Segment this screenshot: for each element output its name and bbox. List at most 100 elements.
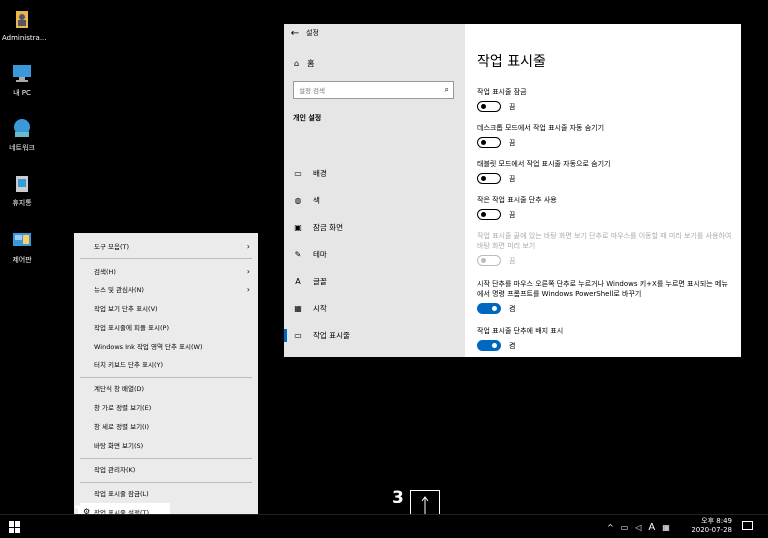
toggle-switch[interactable] [477, 340, 501, 351]
desktop-icon-label: 휴지통 [12, 199, 32, 207]
back-arrow-icon[interactable]: ← [284, 28, 306, 39]
toggle-state: 끔 [509, 174, 516, 183]
nav-home[interactable]: ⌂ 홈 [294, 58, 314, 69]
option-powershell: 시작 단추를 마우스 오른쪽 단추로 누르거나 Windows 키+X를 누르면… [477, 279, 732, 314]
menu-divider [80, 482, 252, 483]
nav-item-label: 잠금 화면 [313, 223, 343, 232]
toggle-switch[interactable] [477, 173, 501, 184]
option-label: 태블릿 모드에서 작업 표시줄 자동으로 숨기기 [477, 160, 611, 168]
menu-item-search[interactable]: 검색(H) › [74, 262, 258, 280]
search-icon[interactable]: ⌕ [445, 85, 449, 95]
desktop-icon-this-pc[interactable]: 내 PC [2, 62, 42, 98]
chevron-up-icon[interactable]: ^ [607, 523, 614, 532]
settings-search-input[interactable]: 설정 검색 ⌕ [293, 81, 454, 99]
menu-item-task-view[interactable]: 작업 보기 단추 표시(V) [74, 299, 258, 317]
menu-item-toolbars[interactable]: 도구 모음(T) › [74, 237, 258, 255]
menu-item-lock-taskbar[interactable]: 작업 표시줄 잠금(L) [74, 484, 258, 502]
menu-item-touch-keyboard[interactable]: 터치 키보드 단추 표시(Y) [74, 355, 258, 373]
settings-window: ← 설정 ⌂ 홈 설정 검색 ⌕ 개인 설정 ▭ 배경 ◍ 색 ▣ 잠금 화면 … [284, 24, 741, 357]
option-label: 작업 표시줄 단추에 배지 표시 [477, 327, 564, 335]
toggle-state: 켬 [509, 341, 516, 350]
option-label: 작업 표시줄 끝에 있는 바탕 화면 보기 단추로 마우스를 이동할 때 미리 … [477, 232, 732, 250]
nav-item-label: 배경 [313, 169, 327, 178]
start-grid-icon: ▦ [294, 304, 302, 313]
toggle-switch[interactable] [477, 209, 501, 220]
chevron-right-icon: › [246, 266, 250, 276]
chevron-right-icon: › [246, 284, 250, 294]
menu-divider [80, 258, 252, 259]
taskbar: ^ ▭ ◁ A ▦ 오후 8:49 2020-07-28 [0, 514, 768, 538]
menu-item-label: 작업 표시줄에 피플 표시(P) [94, 324, 169, 332]
menu-item-label: 바탕 화면 보기(S) [94, 442, 144, 450]
menu-divider [80, 458, 252, 459]
nav-item-themes[interactable]: ✎ 테마 [284, 241, 465, 268]
menu-item-label: 뉴스 및 관심사(N) [94, 286, 144, 294]
desktop-icon-label: 제어판 [12, 256, 32, 264]
windows-start-icon[interactable] [9, 521, 21, 533]
font-icon: A [295, 277, 301, 286]
desktop-icon-network[interactable]: 네트워크 [2, 117, 42, 153]
desktop-icon-label: Administra... [2, 34, 47, 42]
menu-item-label: 계단식 창 배열(D) [94, 385, 145, 393]
nav-item-background[interactable]: ▭ 배경 [284, 160, 465, 187]
menu-item-label: 창 가로 정렬 보기(E) [94, 404, 152, 412]
menu-item-news[interactable]: 뉴스 및 관심사(N) › [74, 280, 258, 298]
option-label: 시작 단추를 마우스 오른쪽 단추로 누르거나 Windows 키+X를 누르면… [477, 280, 728, 298]
menu-item-task-manager[interactable]: 작업 관리자(K) [74, 460, 258, 478]
clock[interactable]: 오후 8:49 2020-07-28 [690, 517, 732, 535]
highlight-box [465, 82, 547, 118]
menu-item-show-desktop[interactable]: 바탕 화면 보기(S) [74, 436, 258, 454]
home-icon: ⌂ [294, 59, 300, 68]
toggle-switch[interactable] [477, 303, 501, 314]
menu-item-label: 도구 모음(T) [94, 243, 130, 251]
nav-item-colors[interactable]: ◍ 색 [284, 187, 465, 214]
notification-icon[interactable] [742, 521, 753, 530]
menu-item-label: 작업 관리자(K) [94, 466, 136, 474]
toggle-switch[interactable] [477, 137, 501, 148]
settings-title: 설정 [306, 29, 319, 37]
taskbar-icon: ▭ [294, 331, 302, 340]
ime-indicator[interactable]: A [648, 522, 655, 533]
option-autohide-tablet: 태블릿 모드에서 작업 표시줄 자동으로 숨기기 끔 [477, 159, 732, 184]
toggle-state: 끔 [509, 256, 516, 265]
toggle-state: 끔 [509, 138, 516, 147]
menu-item-label: 창 세로 정렬 보기(I) [94, 423, 150, 431]
desktop-icon-recycle-bin[interactable]: 휴지통 [2, 172, 42, 208]
nav-item-label: 글꼴 [313, 277, 327, 286]
recycle-bin-icon [11, 172, 33, 194]
nav-item-taskbar[interactable]: ▭ 작업 표시줄 [284, 322, 465, 349]
nav-item-label: 색 [313, 196, 320, 205]
search-placeholder: 설정 검색 [299, 87, 325, 95]
menu-item-stacked[interactable]: 창 가로 정렬 보기(E) [74, 398, 258, 416]
menu-item-windows-ink[interactable]: Windows Ink 작업 영역 단추 표시(W) [74, 337, 258, 355]
desktop-icon-label: 내 PC [13, 89, 31, 97]
option-autohide-desktop: 데스크톱 모드에서 작업 표시줄 자동 숨기기 끔 [477, 123, 732, 148]
menu-item-cascade[interactable]: 계단식 창 배열(D) [74, 379, 258, 397]
volume-icon[interactable]: ◁ [635, 523, 641, 532]
desktop-icon-administrator[interactable]: Administra... [2, 8, 47, 42]
menu-item-label: 작업 보기 단추 표시(V) [94, 305, 158, 313]
nav-item-lock-screen[interactable]: ▣ 잠금 화면 [284, 214, 465, 241]
nav-item-fonts[interactable]: A 글꼴 [284, 268, 465, 295]
menu-item-label: Windows Ink 작업 영역 단추 표시(W) [94, 343, 203, 351]
nav-item-label: 작업 표시줄 [313, 331, 350, 340]
menu-item-people[interactable]: 작업 표시줄에 피플 표시(P) [74, 318, 258, 336]
chevron-right-icon: › [246, 241, 250, 251]
option-label: 데스크톱 모드에서 작업 표시줄 자동 숨기기 [477, 124, 605, 132]
system-tray: ^ ▭ ◁ A ▦ [607, 519, 670, 535]
nav-item-start[interactable]: ▦ 시작 [284, 295, 465, 322]
palette-icon: ◍ [294, 196, 302, 205]
clock-date: 2020-07-28 [691, 526, 732, 534]
menu-item-side-by-side[interactable]: 창 세로 정렬 보기(I) [74, 417, 258, 435]
theme-brush-icon: ✎ [294, 250, 302, 259]
nav-item-label: 시작 [313, 304, 327, 313]
desktop-icon-control-panel[interactable]: 제어판 [2, 229, 42, 265]
settings-sidebar: ← 설정 ⌂ 홈 설정 검색 ⌕ 개인 설정 ▭ 배경 ◍ 색 ▣ 잠금 화면 … [284, 24, 465, 357]
keyboard-icon[interactable]: ▦ [662, 523, 670, 532]
toggle-switch [477, 255, 501, 266]
network-tray-icon[interactable]: ▭ [621, 523, 629, 532]
lock-screen-icon: ▣ [294, 223, 302, 232]
settings-titlebar: ← 설정 [284, 24, 465, 42]
page-title: 작업 표시줄 [477, 54, 546, 70]
computer-icon [11, 62, 33, 84]
